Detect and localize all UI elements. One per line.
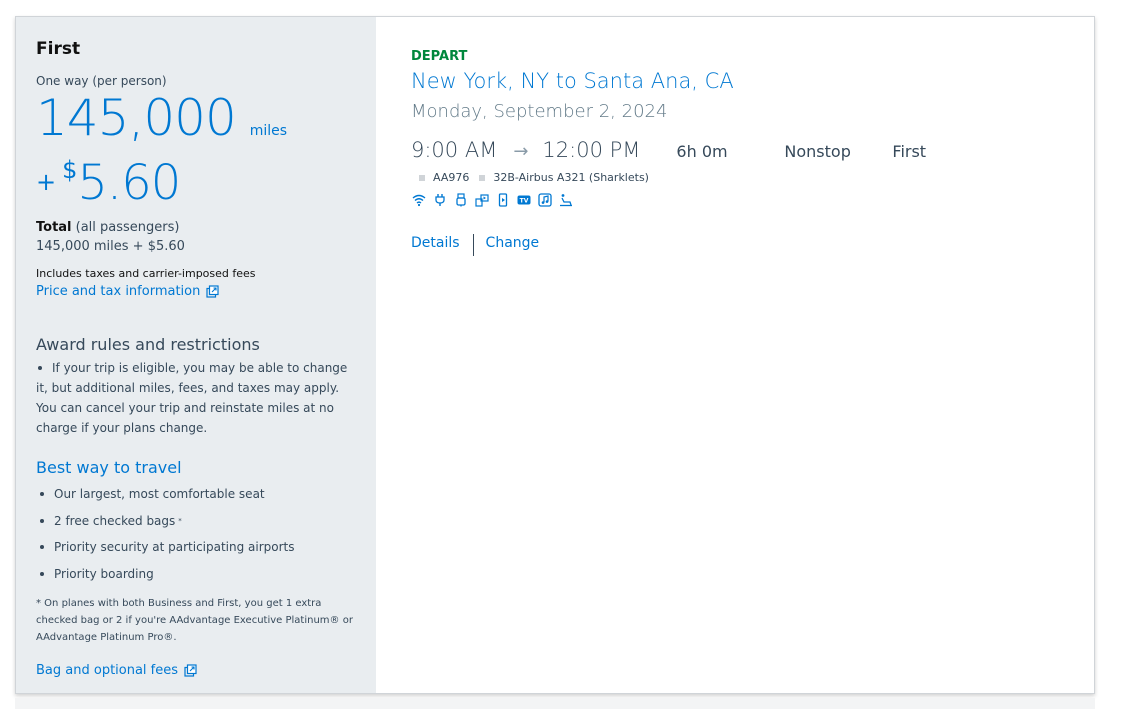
fee-amount: 5.60 — [77, 155, 181, 211]
award-rules-text: If your trip is eligible, you may be abl… — [36, 361, 348, 435]
award-rules-body: If your trip is eligible, you may be abl… — [36, 358, 356, 438]
music-icon — [537, 192, 552, 207]
usb-icon — [453, 192, 468, 207]
arrive-time: 12:00 PM — [542, 138, 641, 162]
tv-icon: TV — [516, 192, 531, 207]
square-bullet-icon — [419, 174, 425, 181]
price-tax-info-label: Price and tax information — [36, 284, 201, 299]
route-title: New York, NY to Santa Ana, CA — [411, 69, 734, 93]
list-item: Priority boarding — [36, 561, 356, 588]
aircraft-type: 32B-Airbus A321 (Sharklets) — [493, 171, 649, 184]
flight-cabin: First — [892, 142, 927, 161]
bullet-icon — [38, 365, 42, 370]
cabin-title: First — [36, 39, 81, 59]
flight-date: Monday, September 2, 2024 — [411, 101, 668, 122]
benefits-list: Our largest, most comfortable seat 2 fre… — [36, 481, 356, 587]
total-line: Total (all passengers) — [36, 220, 356, 235]
miles-amount: 145,000 — [36, 89, 237, 147]
flight-duration: 6h 0m — [676, 142, 728, 161]
flight-info: AA976 32B-Airbus A321 (Sharklets) — [411, 171, 1059, 184]
miles-price: 145,000 miles — [36, 88, 356, 148]
list-item: Our largest, most comfortable seat — [36, 481, 356, 508]
device-entertainment-icon — [495, 192, 510, 207]
details-link[interactable]: Details — [411, 235, 460, 251]
external-link-icon — [184, 664, 197, 677]
bullet-icon — [40, 492, 44, 497]
list-item: Priority security at participating airpo… — [36, 534, 356, 561]
bullet-icon — [40, 571, 44, 576]
bag-fees-link[interactable]: Bag and optional fees — [36, 663, 356, 678]
bullet-icon — [40, 518, 44, 523]
square-bullet-icon — [479, 174, 486, 181]
on-demand-entertainment-icon — [474, 192, 489, 207]
list-item: 2 free checked bags * — [36, 508, 356, 535]
miles-unit: miles — [249, 123, 288, 139]
tv-badge-text: TV — [519, 197, 528, 204]
includes-taxes-note: Includes taxes and carrier-imposed fees — [36, 267, 256, 280]
best-way-title: Best way to travel — [36, 458, 182, 477]
bags-footnote: * On planes with both Business and First… — [36, 598, 353, 643]
price-tax-info-link[interactable]: Price and tax information — [36, 284, 356, 299]
lie-flat-seat-icon — [558, 192, 573, 207]
price-label: One way (per person) — [36, 74, 167, 88]
flight-times: 9:00 AM → 12:00 PM 6h 0m Nonstop First — [411, 138, 1059, 162]
footnote-marker: * — [178, 516, 182, 525]
wifi-icon — [411, 192, 426, 207]
power-outlet-icon — [432, 192, 447, 207]
divider — [472, 234, 474, 256]
currency-symbol: $ — [62, 156, 78, 184]
fare-card: First One way (per person) 145,000 miles… — [15, 16, 1095, 694]
flight-number: AA976 — [433, 171, 470, 184]
fare-summary-panel: First One way (per person) 145,000 miles… — [16, 17, 376, 693]
card-bottom-strip — [15, 698, 1095, 709]
fee-price: + $ 5.60 — [36, 154, 356, 212]
flight-details-panel: DEPART New York, NY to Santa Ana, CA Mon… — [376, 17, 1094, 693]
total-value: 145,000 miles + $5.60 — [36, 239, 185, 254]
bullet-icon — [40, 545, 44, 550]
flight-stops: Nonstop — [784, 142, 851, 161]
arrow-right-icon: → — [513, 141, 529, 162]
change-link[interactable]: Change — [486, 235, 540, 251]
fee-plus: + — [36, 168, 57, 196]
depart-label: DEPART — [411, 49, 468, 64]
depart-time: 9:00 AM — [411, 138, 498, 162]
total-label: Total — [36, 220, 72, 235]
total-suffix: (all passengers) — [71, 220, 180, 235]
award-rules-title: Award rules and restrictions — [36, 335, 260, 354]
bag-fees-label: Bag and optional fees — [36, 663, 179, 678]
flight-actions: Details Change — [411, 230, 1059, 256]
amenities-row: TV — [411, 192, 1059, 207]
external-link-icon — [206, 285, 219, 298]
